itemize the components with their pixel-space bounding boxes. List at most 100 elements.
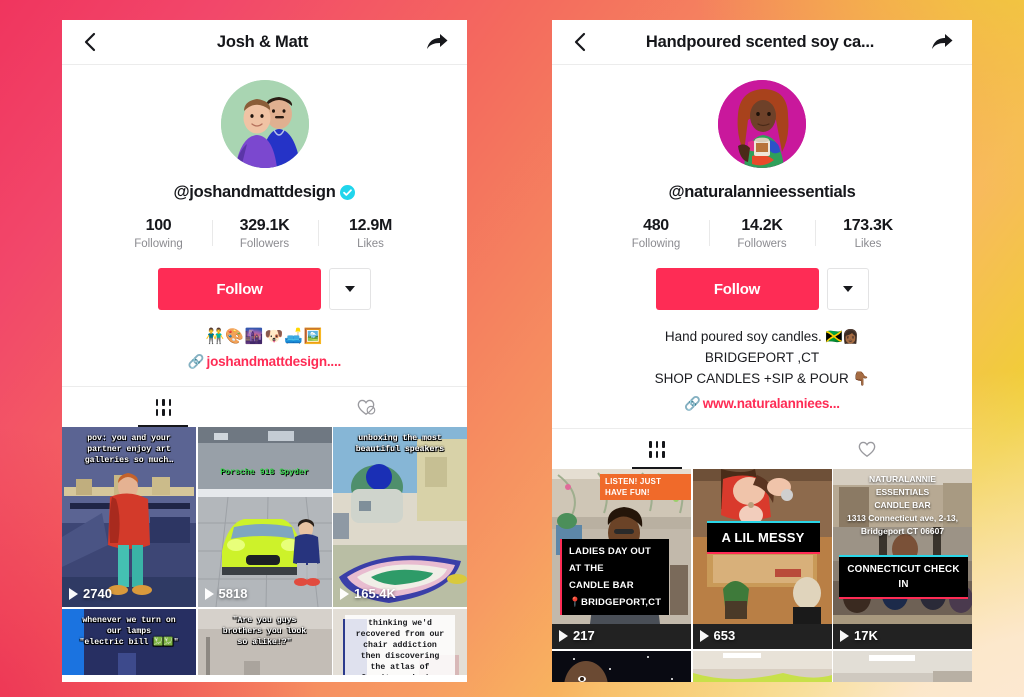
video-thumbnail[interactable]: LISTEN! JUST HAVE FUN! LADIES DAY OUT AT… [552, 469, 691, 649]
more-options-button[interactable] [826, 268, 869, 310]
video-grid: pov: you and your partner enjoy art gall… [62, 427, 467, 675]
video-thumbnail[interactable]: thinking we'd recovered from our chair a… [333, 608, 467, 675]
video-play-count: 653 [699, 628, 736, 643]
stat-label: Followers [737, 238, 787, 250]
avatar-artwork [220, 80, 309, 168]
play-count-value: 217 [573, 628, 595, 643]
video-thumbnail[interactable] [552, 650, 691, 682]
video-thumbnail[interactable]: pov: you and your partner enjoy art gall… [62, 427, 196, 607]
video-caption: thinking we'd recovered from our chair a… [345, 614, 455, 675]
play-count-value: 165.4K [354, 586, 396, 601]
video-play-count: 17K [840, 628, 878, 643]
thumbnail-artwork [552, 650, 691, 682]
follow-button[interactable]: Follow [158, 268, 321, 310]
bio-link[interactable]: 🔗 www.naturalanniees... [572, 393, 952, 414]
link-icon: 🔗 [187, 354, 205, 369]
heart-icon [858, 441, 876, 458]
play-count-value: 17K [854, 628, 878, 643]
stats-row: 100 Following 329.1K Followers 12.9M Lik… [62, 217, 467, 250]
profile-handle: @naturalannieessentials [668, 183, 856, 201]
follow-button[interactable]: Follow [655, 268, 819, 310]
video-caption: pov: you and your partner enjoy art gall… [84, 434, 174, 465]
bio-line-2: BRIDGEPORT ,CT [704, 350, 820, 365]
chevron-down-icon [842, 286, 853, 292]
play-icon [340, 587, 349, 600]
stat-value: 173.3K [843, 217, 893, 234]
tiktok-profile-card-naturalannie: Handpoured scented soy ca... @naturalann… [552, 20, 972, 682]
video-thumbnail[interactable]: whenever we turn on our lamps "electric … [62, 608, 196, 675]
video-thumbnail[interactable]: unboxing the most beautiful speakers 165… [333, 427, 467, 607]
share-arrow-icon[interactable] [930, 31, 954, 53]
bio-link[interactable]: 🔗 joshandmattdesign.... [82, 351, 447, 372]
stat-following[interactable]: 100 Following [106, 217, 212, 250]
stat-followers[interactable]: 329.1K Followers [211, 217, 318, 250]
handle-row: @naturalannieessentials [552, 183, 972, 202]
handle-row: @joshandmattdesign [62, 183, 467, 202]
stat-label: Following [631, 238, 681, 250]
avatar-container [552, 80, 972, 168]
heart-slash-icon [357, 399, 376, 416]
stat-following[interactable]: 480 Following [603, 217, 709, 250]
video-grid: LISTEN! JUST HAVE FUN! LADIES DAY OUT AT… [552, 469, 972, 682]
video-caption-chip: CONNECTICUT CHECK IN [839, 555, 968, 599]
video-play-count: 2740 [69, 586, 112, 601]
video-caption-chip: LADIES DAY OUT AT THE CANDLE BAR 📍BRIDGE… [560, 539, 669, 615]
bio-line-3: SHOP CANDLES +SIP & POUR 👇🏾 [654, 371, 870, 386]
back-chevron-icon[interactable] [80, 31, 100, 53]
header-bar: Josh & Matt [62, 20, 467, 65]
avatar[interactable] [718, 80, 806, 168]
stat-value: 12.9M [349, 217, 392, 234]
profile-section: @naturalannieessentials 480 Following 14… [552, 65, 972, 469]
grid-icon [649, 440, 665, 458]
video-caption-chip: A LIL MESSY [706, 521, 820, 554]
action-row: Follow [552, 268, 972, 310]
video-thumbnail[interactable]: Porsche 918 Spyder 5818 [197, 427, 332, 607]
stat-followers[interactable]: 14.2K Followers [709, 217, 815, 250]
avatar-container [62, 80, 467, 168]
stat-value: 14.2K [741, 217, 783, 234]
bio-link-text: www.naturalanniees... [702, 396, 840, 411]
avatar-artwork [718, 80, 806, 168]
link-icon: 🔗 [684, 396, 701, 411]
avatar[interactable] [220, 80, 309, 168]
play-count-value: 653 [713, 628, 736, 643]
tab-videos[interactable] [62, 387, 265, 427]
video-thumbnail[interactable] [692, 650, 832, 682]
chevron-down-icon [345, 286, 355, 292]
play-icon [840, 629, 849, 642]
more-options-button[interactable] [329, 268, 371, 310]
bio-emoji-line: 👬🎨🌆🐶🛋️🖼️ [205, 328, 324, 345]
bio-block: Hand poured soy candles. 🇯🇲👩🏾 BRIDGEPORT… [552, 326, 972, 414]
video-play-count: 217 [559, 628, 595, 643]
play-icon [699, 629, 709, 642]
profile-tab-bar [552, 428, 972, 469]
stat-label: Likes [357, 238, 384, 250]
share-arrow-icon[interactable] [425, 31, 449, 53]
play-count-value: 2740 [83, 586, 112, 601]
stat-value: 100 [145, 217, 172, 234]
profile-section: @joshandmattdesign 100 Following 329.1K … [62, 65, 467, 427]
video-thumbnail[interactable]: A LIL MESSY 653 [692, 469, 832, 649]
back-chevron-icon[interactable] [570, 31, 590, 53]
stats-row: 480 Following 14.2K Followers 173.3K Lik… [552, 217, 972, 250]
stat-likes[interactable]: 12.9M Likes [317, 217, 424, 250]
video-thumbnail[interactable]: NATURALANNIE ESSENTIALS CANDLE BAR 1313 … [833, 469, 972, 649]
video-thumbnail[interactable]: "Are you guys brothers you look so alike… [197, 608, 332, 675]
video-caption: unboxing the most beautiful speakers [355, 434, 445, 454]
thumbnail-artwork [197, 427, 332, 607]
stat-label: Following [134, 238, 183, 250]
tiktok-profile-card-josh-and-matt: Josh & Matt @joshandmattdesign 100 Follo… [62, 20, 467, 682]
thumbnail-artwork [692, 650, 832, 682]
video-thumbnail[interactable] [833, 650, 972, 682]
tab-liked[interactable] [762, 429, 972, 469]
stat-label: Followers [239, 238, 290, 250]
video-overlay-text: NATURALANNIE ESSENTIALS CANDLE BAR 1313 … [846, 474, 959, 536]
thumbnail-artwork [833, 650, 972, 682]
page-title: Handpoured scented soy ca... [645, 32, 875, 51]
stat-value: 329.1K [239, 217, 290, 234]
tab-videos[interactable] [552, 429, 762, 469]
grid-icon [155, 398, 171, 416]
stat-likes[interactable]: 173.3K Likes [815, 217, 921, 250]
action-row: Follow [62, 268, 467, 310]
tab-liked[interactable] [265, 387, 468, 427]
